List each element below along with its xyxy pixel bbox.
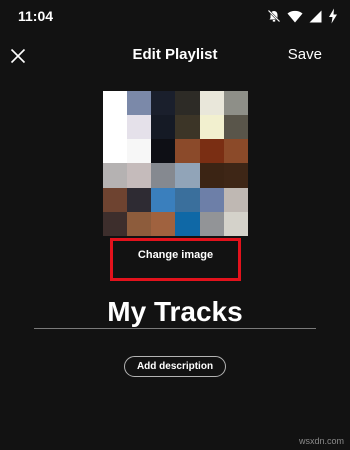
cover-tile xyxy=(127,211,152,236)
cover-tile xyxy=(103,139,128,164)
watermark: wsxdn.com xyxy=(298,436,344,446)
cover-tile xyxy=(223,139,248,164)
name-underline xyxy=(34,328,316,329)
cover-tile xyxy=(151,139,176,164)
mute-icon xyxy=(267,9,281,23)
cover-tile xyxy=(199,139,224,164)
cover-tile xyxy=(103,91,128,116)
cover-tile xyxy=(223,163,248,188)
change-image-label: Change image xyxy=(137,249,214,261)
status-icons xyxy=(267,8,338,24)
playlist-cover-image[interactable] xyxy=(103,91,248,236)
status-bar: 11:04 xyxy=(0,0,350,32)
cover-tile xyxy=(103,211,128,236)
cover-tile xyxy=(103,187,128,212)
cover-tile xyxy=(127,163,152,188)
cover-tile xyxy=(199,211,224,236)
header: Edit Playlist Save xyxy=(0,36,350,76)
cover-tile xyxy=(127,91,152,116)
cover-tile xyxy=(199,187,224,212)
cover-tile xyxy=(151,211,176,236)
cover-tile xyxy=(199,91,224,116)
cover-tile xyxy=(175,163,200,188)
battery-charging-icon xyxy=(328,8,338,24)
cover-tile xyxy=(223,211,248,236)
add-description-button[interactable]: Add description xyxy=(124,356,226,377)
cover-tile xyxy=(175,91,200,116)
cover-tile xyxy=(103,163,128,188)
playlist-name-input[interactable]: My Tracks xyxy=(34,294,316,330)
cover-tile xyxy=(175,187,200,212)
save-button[interactable]: Save xyxy=(288,46,322,63)
cover-tile xyxy=(151,187,176,212)
add-description-label: Add description xyxy=(136,361,214,372)
cover-tile xyxy=(223,91,248,116)
cover-tile xyxy=(151,163,176,188)
cover-tile xyxy=(151,91,176,116)
cover-tile xyxy=(175,139,200,164)
cover-tile xyxy=(127,139,152,164)
cover-tile xyxy=(223,115,248,140)
status-time: 11:04 xyxy=(18,8,54,24)
cover-tile xyxy=(175,211,200,236)
cover-tile xyxy=(175,115,200,140)
cover-tile xyxy=(151,115,176,140)
cover-tile xyxy=(127,187,152,212)
cover-tile xyxy=(103,115,128,140)
cover-tile xyxy=(199,163,224,188)
cellular-signal-icon xyxy=(309,10,322,23)
wifi-icon xyxy=(287,10,303,23)
cover-tile xyxy=(199,115,224,140)
cover-tile xyxy=(127,115,152,140)
change-image-button[interactable]: Change image xyxy=(110,238,241,281)
cover-tile xyxy=(223,187,248,212)
